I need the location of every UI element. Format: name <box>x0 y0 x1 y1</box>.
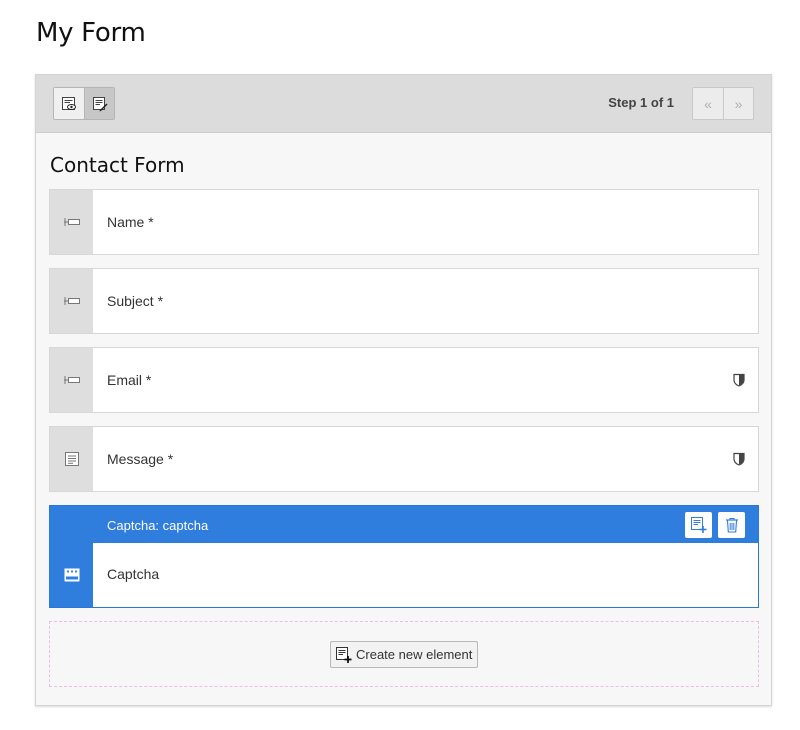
element-label: Email * <box>107 372 152 388</box>
textarea-icon <box>64 452 79 466</box>
edit-view-icon <box>92 96 107 111</box>
form-editor-panel: Step 1 of 1 « » Contact Form Name * Subj… <box>35 74 772 706</box>
captcha-icon <box>64 568 79 582</box>
selected-element-header: Captcha: captcha <box>50 506 758 543</box>
next-step-button[interactable]: » <box>723 88 753 119</box>
text-field-icon <box>63 376 80 384</box>
selected-element-title: Captcha: captcha <box>107 518 209 533</box>
trash-icon <box>725 518 738 533</box>
step-pager: « » <box>692 87 754 120</box>
delete-element-button[interactable] <box>718 512 745 538</box>
element-label: Message * <box>107 451 174 467</box>
form-title: Contact Form <box>50 153 185 177</box>
validator-shield-icon <box>733 452 745 466</box>
form-element-name[interactable]: Name * <box>49 189 759 255</box>
element-label: Subject * <box>107 293 164 309</box>
form-element-captcha-selected[interactable]: Captcha: captcha Captcha <box>49 505 759 608</box>
validator-shield-icon <box>733 373 745 387</box>
add-element-icon <box>690 517 706 533</box>
view-mode-toggle <box>53 87 115 120</box>
form-element-email[interactable]: Email * <box>49 347 759 413</box>
text-field-icon <box>63 297 80 305</box>
form-element-message[interactable]: Message * <box>49 426 759 492</box>
create-element-dropzone: Create new element <box>49 621 759 687</box>
element-label: Name * <box>107 214 154 230</box>
text-field-icon <box>63 218 80 226</box>
step-indicator: Step 1 of 1 <box>608 95 674 110</box>
preview-icon <box>62 96 76 110</box>
insert-element-button[interactable] <box>685 512 712 538</box>
create-new-element-label: Create new element <box>356 647 473 662</box>
create-new-element-button[interactable]: Create new element <box>330 641 479 668</box>
abstract-view-button[interactable] <box>84 88 114 119</box>
editor-toolbar: Step 1 of 1 « » <box>36 75 771 133</box>
previous-step-button[interactable]: « <box>693 88 723 119</box>
preview-view-button[interactable] <box>54 88 84 119</box>
form-element-subject[interactable]: Subject * <box>49 268 759 334</box>
element-label: Captcha <box>107 566 160 582</box>
page-title: My Form <box>36 18 146 48</box>
add-element-icon <box>336 646 352 663</box>
